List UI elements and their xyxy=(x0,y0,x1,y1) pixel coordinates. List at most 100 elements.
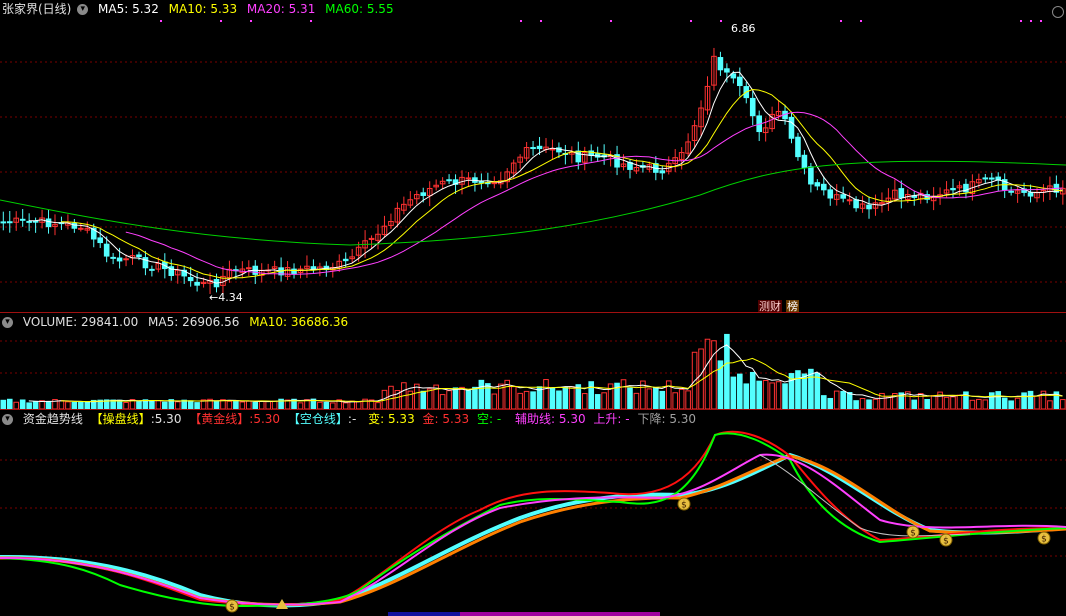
money-bag-icon-glyph: $ xyxy=(1041,535,1047,545)
volume-bar xyxy=(801,373,808,409)
chevron-down-icon[interactable]: ▾ xyxy=(2,317,13,328)
volume-bar xyxy=(155,400,162,409)
volume-bar xyxy=(446,390,452,409)
volume-bar xyxy=(827,397,834,409)
volume-bar xyxy=(846,392,853,409)
volume-ma10-label: MA10: xyxy=(249,315,288,329)
candle-body xyxy=(32,220,39,223)
volume-bar xyxy=(543,379,549,409)
ma60-value: 5.55 xyxy=(366,2,394,16)
volume-bar xyxy=(265,400,271,409)
volume-bar xyxy=(6,398,13,409)
down-value: 5.30 xyxy=(669,412,697,426)
candle-body xyxy=(724,68,730,73)
volume-bar xyxy=(594,394,601,409)
volume-bar xyxy=(976,398,982,409)
candle-body xyxy=(827,189,834,199)
indicator-chart[interactable]: $ $ $ $ $ xyxy=(0,410,1066,616)
ma5-label: MA5: xyxy=(98,2,129,16)
huang-jin-line xyxy=(0,454,1066,607)
cao-label: 【操盘线】 xyxy=(90,412,151,426)
signal-dot xyxy=(1020,20,1022,22)
candle-body xyxy=(866,204,872,210)
price-panel[interactable]: 张家界(日线) ▾ MA5: 5.32 MA10: 5.33 MA20: 5.3… xyxy=(0,0,1066,313)
signal-dot xyxy=(1030,20,1032,22)
candle-body xyxy=(110,256,116,259)
candle-body xyxy=(659,170,666,174)
huang-value: :5.30 xyxy=(249,412,281,426)
volume-bar xyxy=(988,392,995,409)
candle-body xyxy=(853,199,859,209)
volume-ma5-value: 26906.56 xyxy=(182,315,240,329)
volume-bar xyxy=(678,388,685,409)
candlestick-chart[interactable] xyxy=(0,0,1066,312)
volume-bar xyxy=(762,379,769,409)
candle-body xyxy=(717,57,724,71)
volume-bar xyxy=(627,387,633,409)
volume-bar xyxy=(420,390,427,409)
candle-body xyxy=(982,177,989,180)
volume-panel[interactable]: ▾ VOLUME: 29841.00 MA5: 26906.56 MA10: 3… xyxy=(0,313,1066,409)
volume-bar xyxy=(756,380,762,409)
kong-value: :- xyxy=(347,412,357,426)
volume-bar xyxy=(1027,390,1034,409)
volume-bar xyxy=(355,401,362,409)
volume-bar xyxy=(1001,397,1008,409)
volume-bar xyxy=(19,399,26,409)
volume-bar xyxy=(523,390,530,409)
volume-bar xyxy=(478,379,485,409)
volume-bar xyxy=(569,386,575,409)
volume-bar xyxy=(149,400,155,409)
candle-body xyxy=(6,221,13,224)
volume-bar xyxy=(1021,392,1027,409)
ma60-label: MA60: xyxy=(325,2,364,16)
volume-bar xyxy=(32,401,39,409)
candle-body xyxy=(749,97,756,117)
chevron-down-icon[interactable]: ▾ xyxy=(2,414,13,425)
signal-dot xyxy=(690,20,692,22)
volume-bar xyxy=(672,392,679,409)
volume-bar xyxy=(859,398,866,409)
volume-bar xyxy=(866,399,872,409)
high-price-label: 6.86 xyxy=(731,22,756,35)
volume-bar xyxy=(730,376,737,409)
volume-bar xyxy=(413,383,420,409)
ma5-readout: MA5: 5.32 xyxy=(98,2,159,16)
candle-body xyxy=(788,116,795,139)
volume-bar xyxy=(665,380,672,409)
volume-bar xyxy=(956,394,963,409)
volume-bar xyxy=(601,392,607,409)
volume-bar xyxy=(620,379,627,409)
volume-bar xyxy=(252,401,259,409)
down-label: 下降: xyxy=(637,412,666,426)
ma20-readout: MA20: 5.31 xyxy=(247,2,315,16)
money-bag-icon-glyph: $ xyxy=(229,603,235,613)
volume-bar xyxy=(472,386,478,409)
ma5-value: 5.32 xyxy=(132,2,159,16)
candle-body xyxy=(478,180,485,184)
volume-bar xyxy=(317,401,323,409)
money-bag-icon-glyph: $ xyxy=(910,529,916,539)
volume-bar xyxy=(13,401,20,409)
ma60-readout: MA60: 5.55 xyxy=(325,2,393,16)
candle-body xyxy=(1008,190,1014,193)
volume-bar xyxy=(258,400,265,409)
indicator-panel[interactable]: ▾ 资金趋势线 【操盘线】:5.30 【黄金线】:5.30 【空仓线】:- 变:… xyxy=(0,410,1066,616)
volume-header: ▾ VOLUME: 29841.00 MA5: 26906.56 MA10: 3… xyxy=(0,313,354,331)
volume-bar xyxy=(239,401,246,409)
candle-body xyxy=(149,268,155,271)
chevron-down-icon[interactable]: ▾ xyxy=(77,4,89,15)
volume-bar xyxy=(388,385,394,409)
volume-bar xyxy=(950,396,956,409)
jin-label: 金: xyxy=(422,412,439,426)
volume-bar xyxy=(969,399,976,409)
signal-dot xyxy=(610,20,612,22)
volume-bar xyxy=(233,400,239,409)
volume-bar xyxy=(581,393,588,409)
volume-bar xyxy=(517,392,523,409)
candle-body xyxy=(342,258,349,262)
candle-body xyxy=(26,220,32,223)
volume-bar xyxy=(749,371,756,409)
volume-bar xyxy=(982,399,989,409)
candle-body xyxy=(465,177,472,180)
